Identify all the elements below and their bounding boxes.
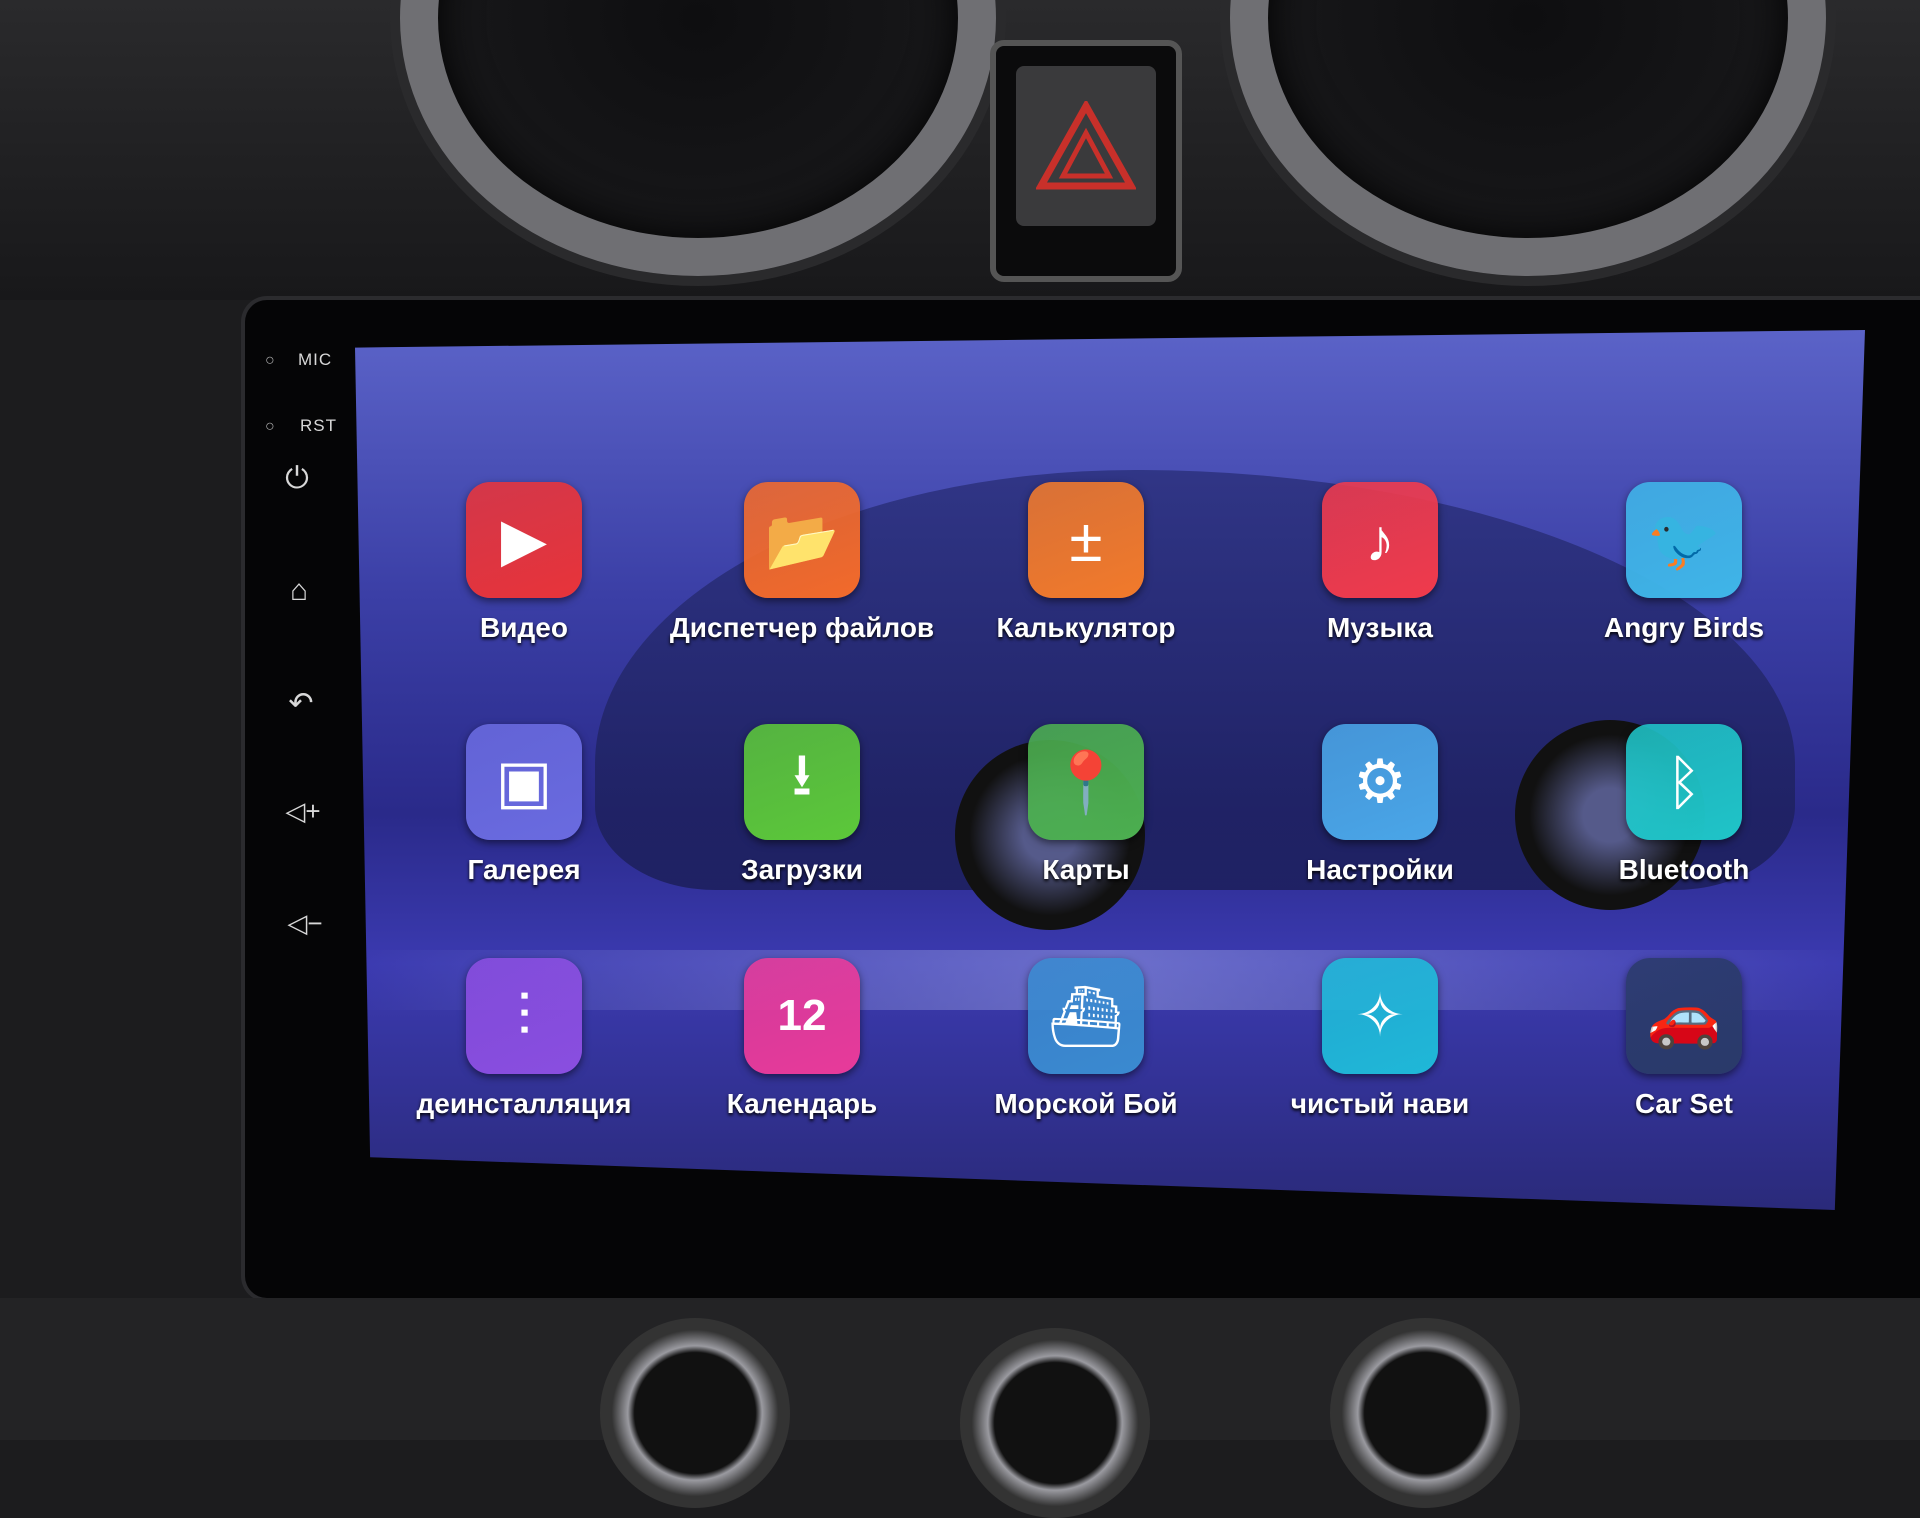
car-settings-icon: 🚗 (1626, 958, 1742, 1074)
settings-gear-icon: ⚙ (1322, 724, 1438, 840)
app-label: деинсталляция (416, 1088, 632, 1119)
back-icon[interactable]: ↶ (281, 686, 321, 721)
hazard-triangle-icon (1016, 66, 1156, 226)
app-label: Car Set (1634, 1088, 1734, 1119)
mic-hole-icon: ○ (265, 352, 275, 369)
mode-knob[interactable] (960, 1328, 1150, 1518)
app-label: Bluetooth (1618, 854, 1750, 885)
app-music-note[interactable]: ♪ Музыка (1280, 482, 1480, 644)
download-icon: ⭳ (744, 724, 860, 840)
app-label: Карты (1042, 854, 1130, 885)
music-note-icon: ♪ (1322, 482, 1438, 598)
maps-icon: 📍 (1028, 724, 1144, 840)
uninstall-sliders-icon: ⫶ (466, 958, 582, 1074)
compass-icon: ✧ (1322, 958, 1438, 1074)
app-compass[interactable]: ✧ чистый нави (1280, 958, 1480, 1120)
climate-console (0, 1298, 1920, 1518)
app-label: Диспетчер файлов (669, 612, 935, 643)
video-play-icon: ▶ (466, 482, 582, 598)
app-uninstall-sliders[interactable]: ⫶ деинсталляция (416, 958, 632, 1120)
app-video-play[interactable]: ▶ Видео (424, 482, 624, 644)
bluetooth-icon: ᛒ (1626, 724, 1742, 840)
app-folder[interactable]: 📂 Диспетчер файлов (670, 482, 934, 644)
power-icon[interactable]: ⏻ (277, 462, 317, 496)
calendar-icon: 12 (744, 958, 860, 1074)
volume-up-icon[interactable]: ◁+ (283, 796, 323, 827)
app-battleship[interactable]: ⛴ Морской Бой (986, 958, 1186, 1120)
hazard-button[interactable] (990, 40, 1182, 282)
reset-hole[interactable]: ○ (265, 418, 275, 436)
app-angry-birds[interactable]: 🐦 Angry Birds (1584, 482, 1784, 644)
app-label: Калькулятор (996, 612, 1176, 643)
app-download[interactable]: ⭳ Загрузки (702, 724, 902, 886)
app-calculator[interactable]: ± Калькулятор (986, 482, 1186, 644)
app-label: Музыка (1327, 612, 1433, 643)
app-calendar[interactable]: 12 Календарь (702, 958, 902, 1120)
app-label: Морской Бой (994, 1088, 1178, 1119)
angry-birds-icon: 🐦 (1626, 482, 1742, 598)
temperature-knob[interactable] (1330, 1318, 1520, 1508)
app-label: Видео (480, 612, 568, 643)
app-car-settings[interactable]: 🚗 Car Set (1584, 958, 1784, 1120)
rst-label: RST (300, 416, 337, 435)
mic-label: MIC (298, 350, 333, 369)
app-label: Галерея (467, 854, 581, 885)
app-settings-gear[interactable]: ⚙ Настройки (1280, 724, 1480, 886)
calculator-icon: ± (1028, 482, 1144, 598)
app-maps[interactable]: 📍 Карты (986, 724, 1186, 886)
right-air-vent (1230, 0, 1826, 276)
battleship-icon: ⛴ (1028, 958, 1144, 1074)
app-gallery[interactable]: ▣ Галерея (424, 724, 624, 886)
app-label: Загрузки (741, 854, 863, 885)
app-label: чистый нави (1290, 1088, 1470, 1119)
app-label: Настройки (1306, 854, 1454, 885)
fan-knob[interactable] (600, 1318, 790, 1508)
app-bluetooth[interactable]: ᛒ Bluetooth (1584, 724, 1784, 886)
volume-down-icon[interactable]: ◁− (285, 908, 325, 939)
app-label: Календарь (726, 1088, 878, 1119)
folder-icon: 📂 (744, 482, 860, 598)
left-air-vent (400, 0, 996, 276)
app-label: Angry Birds (1603, 612, 1765, 643)
gallery-icon: ▣ (466, 724, 582, 840)
home-icon[interactable]: ⌂ (279, 574, 319, 608)
dashboard-top (0, 0, 1920, 300)
